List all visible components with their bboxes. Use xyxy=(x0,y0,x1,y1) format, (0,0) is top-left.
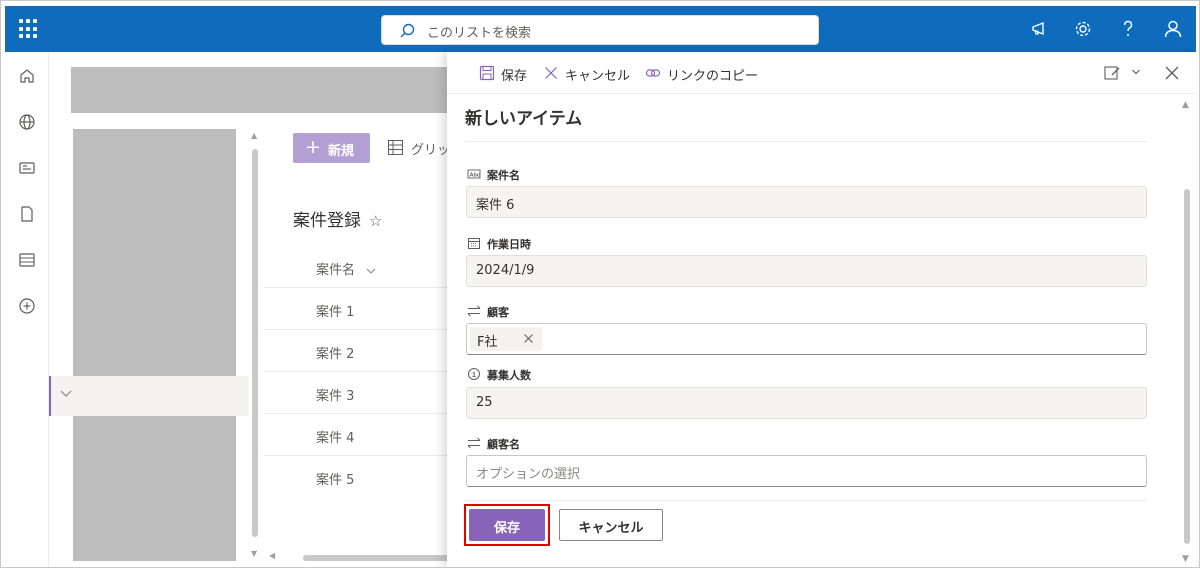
table-row[interactable]: 案件 3 xyxy=(263,371,453,413)
copy-link-command-label: リンクのコピー xyxy=(667,69,759,84)
panel-title: 新しいアイテム xyxy=(465,109,583,129)
close-panel-icon[interactable] xyxy=(1163,64,1181,82)
cancel-button[interactable]: キャンセル xyxy=(559,509,663,541)
svg-text:1: 1 xyxy=(472,372,476,379)
grid-view-label: グリッ xyxy=(411,143,451,158)
add-circle-icon[interactable] xyxy=(17,296,37,316)
work-date-value: 2024/1/9 xyxy=(476,263,535,278)
case-name-value: 案件 6 xyxy=(476,198,515,213)
chevron-down-icon[interactable] xyxy=(1131,67,1141,77)
list-icon[interactable] xyxy=(17,250,37,270)
close-icon xyxy=(545,67,557,79)
row-case-name: 案件 3 xyxy=(316,389,355,404)
edit-form-icon[interactable] xyxy=(1103,64,1121,82)
search-icon xyxy=(400,23,415,38)
site-navigation xyxy=(73,129,236,561)
new-item-panel: 保存 キャンセル リンクのコピー 新しいアイテム Abc 案件名 案件 6 作業… xyxy=(447,52,1196,567)
globe-icon[interactable] xyxy=(17,112,37,132)
document-icon[interactable] xyxy=(17,204,37,224)
column-header-label: 案件名 xyxy=(316,263,356,278)
row-case-name: 案件 4 xyxy=(316,431,355,446)
table-row[interactable]: 案件 1 xyxy=(263,287,453,329)
field-label-text: 募集人数 xyxy=(487,369,531,382)
divider xyxy=(465,141,1147,142)
calendar-icon xyxy=(468,238,480,249)
customer-chip-value: F社 xyxy=(477,335,498,350)
search-box[interactable]: このリストを検索 xyxy=(381,15,819,45)
news-icon[interactable] xyxy=(17,158,37,178)
text-field-icon: Abc xyxy=(467,169,481,179)
search-placeholder: このリストを検索 xyxy=(427,26,532,41)
app-launcher-icon[interactable] xyxy=(19,19,39,39)
field-label-text: 作業日時 xyxy=(487,238,531,251)
chevron-down-icon xyxy=(60,390,72,397)
remove-chip-icon[interactable] xyxy=(523,333,534,344)
scrollbar-thumb[interactable] xyxy=(252,149,258,537)
save-button-label: 保存 xyxy=(493,521,520,536)
customer-name-placeholder: オプションの選択 xyxy=(476,467,581,482)
new-item-button[interactable]: + 新規 xyxy=(293,133,370,163)
app-window: このリストを検索 ▲ ▼ ◀ + 新規 グリッ 案件登録 ☆ 案件名 案件 1 … xyxy=(0,0,1200,568)
row-case-name: 案件 2 xyxy=(316,347,355,362)
scrollbar-thumb[interactable] xyxy=(1184,189,1190,544)
grid-icon xyxy=(388,140,403,155)
field-label-text: 顧客名 xyxy=(487,438,520,451)
scroll-down-icon[interactable]: ▼ xyxy=(1182,554,1189,564)
field-label-text: 案件名 xyxy=(487,169,520,182)
left-rail xyxy=(5,52,49,567)
favorite-star-icon[interactable]: ☆ xyxy=(369,212,382,230)
top-bar: このリストを検索 xyxy=(5,6,1196,52)
row-case-name: 案件 1 xyxy=(316,305,355,320)
table-row[interactable]: 案件 4 xyxy=(263,413,453,455)
row-case-name: 案件 5 xyxy=(316,473,355,488)
work-date-field[interactable]: 2024/1/9 xyxy=(466,255,1147,287)
list-vertical-scrollbar[interactable]: ▲ ▼ xyxy=(249,129,262,561)
save-button[interactable]: 保存 xyxy=(469,509,545,541)
field-label-text: 顧客 xyxy=(487,306,509,319)
settings-gear-icon[interactable] xyxy=(1071,17,1095,41)
customer-field[interactable]: F社 xyxy=(466,323,1147,355)
new-item-label: 新規 xyxy=(328,144,355,159)
list-horizontal-scrollbar[interactable]: ◀ xyxy=(263,551,453,565)
help-icon[interactable] xyxy=(1116,17,1140,41)
save-command-label: 保存 xyxy=(501,69,528,84)
scroll-up-icon[interactable]: ▲ xyxy=(1182,100,1189,110)
customer-chip: F社 xyxy=(470,327,542,351)
plus-icon: + xyxy=(305,136,321,158)
megaphone-icon[interactable] xyxy=(1028,17,1052,41)
list-title: 案件登録 ☆ xyxy=(293,206,382,231)
chevron-down-icon xyxy=(366,268,376,274)
lookup-icon xyxy=(467,305,481,317)
panel-scrollbar[interactable]: ▲ ▼ xyxy=(1180,94,1194,567)
save-icon xyxy=(479,65,495,81)
recruit-count-value: 25 xyxy=(476,395,493,410)
table-row[interactable]: 案件 5 xyxy=(263,455,453,497)
site-header-banner xyxy=(71,67,451,113)
cancel-command-label: キャンセル xyxy=(565,69,631,84)
scroll-down-icon[interactable]: ▼ xyxy=(251,549,257,558)
table-row[interactable]: 案件 2 xyxy=(263,329,453,371)
customer-name-select[interactable]: オプションの選択 xyxy=(466,455,1147,487)
home-icon[interactable] xyxy=(17,66,37,86)
lookup-icon xyxy=(467,437,481,449)
scroll-up-icon[interactable]: ▲ xyxy=(251,131,257,140)
cancel-button-label: キャンセル xyxy=(578,521,644,536)
link-icon xyxy=(645,69,661,77)
scrollbar-thumb[interactable] xyxy=(303,555,453,561)
recruit-count-field[interactable]: 25 xyxy=(466,387,1147,419)
case-name-field[interactable]: 案件 6 xyxy=(466,186,1147,218)
list-title-text: 案件登録 xyxy=(293,211,361,231)
nav-selected-item[interactable] xyxy=(49,376,249,416)
panel-command-bar: 保存 キャンセル リンクのコピー xyxy=(447,52,1196,94)
number-icon: 1 xyxy=(468,368,480,380)
scroll-left-icon[interactable]: ◀ xyxy=(269,551,275,560)
column-header-case-name[interactable]: 案件名 xyxy=(316,259,377,278)
svg-text:Abc: Abc xyxy=(470,173,480,179)
divider xyxy=(465,500,1147,501)
account-icon[interactable] xyxy=(1161,17,1185,41)
